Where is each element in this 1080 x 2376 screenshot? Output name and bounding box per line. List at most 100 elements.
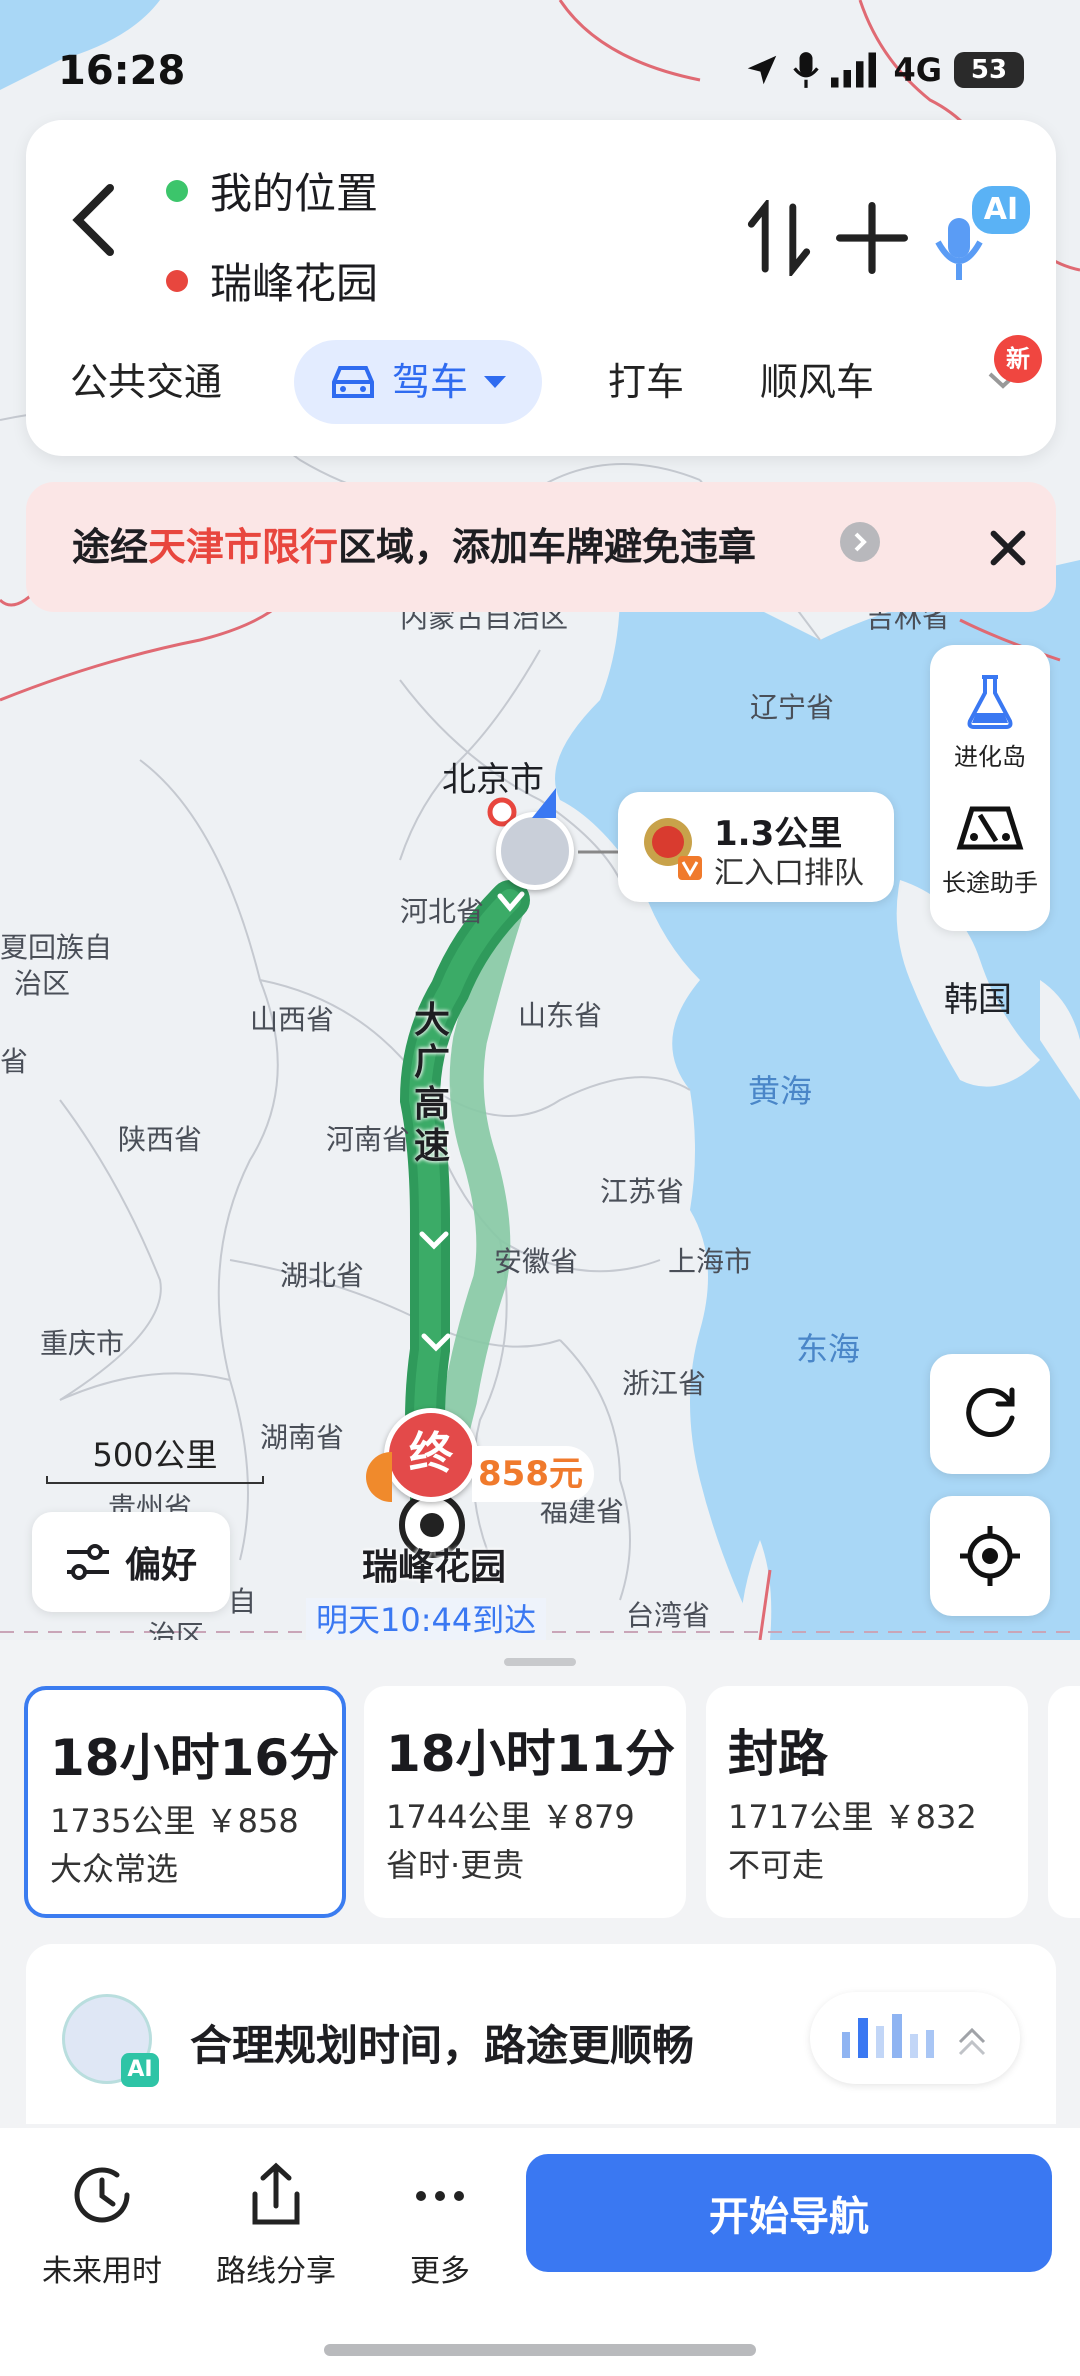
ai-voice-button[interactable]: AI: [926, 180, 1046, 290]
map-label-korea: 韩国: [944, 980, 1012, 1020]
clock-icon: [74, 2167, 130, 2223]
map-label-hunan: 湖南省: [260, 1421, 345, 1454]
origin-row[interactable]: 我的位置: [166, 160, 378, 221]
banner-suffix: 区域，添加车牌避免违章: [338, 525, 757, 569]
map-tool-panel: 进化岛 长途助手: [930, 645, 1050, 931]
ai-suggestion-card[interactable]: AI 合理规划时间，路途更顺畅: [26, 1944, 1056, 2124]
destination-dot: [166, 269, 188, 292]
sheet-handle[interactable]: [504, 1658, 576, 1666]
ai-avatar-badge: AI: [121, 2053, 159, 2087]
map-label-jiangsu: 江苏省: [600, 1175, 685, 1208]
share-icon: [252, 2162, 300, 2225]
map-scale: 500公里: [46, 1430, 264, 1484]
banner-close-icon[interactable]: [984, 524, 1032, 572]
more-label: 更多: [410, 2254, 470, 2289]
tab-driving[interactable]: 驾车: [294, 340, 543, 424]
map-label-henan: 河南省: [326, 1123, 411, 1156]
route-option-tag: 不可走: [728, 1846, 825, 1884]
crosshair-icon: [960, 1526, 1020, 1586]
arrival-time: 明天10:44到达: [306, 1598, 547, 1640]
route-option-detail: 1744公里 ￥879: [386, 1798, 635, 1836]
destination-row[interactable]: 瑞峰花园: [166, 250, 378, 311]
origin-text: 我的位置: [210, 169, 379, 218]
car-icon: [332, 366, 374, 398]
tab-taxi[interactable]: 打车: [608, 340, 684, 424]
map-label-shandong: 山东省: [518, 999, 603, 1032]
route-option-3[interactable]: 封路 1717公里 ￥832 不可走: [706, 1686, 1028, 1918]
traffic-desc: 汇入口排队: [714, 856, 864, 891]
map-label-hebei: 河北省: [400, 895, 485, 928]
destination-label: 瑞峰花园: [362, 1547, 507, 1588]
sliders-icon: [66, 1544, 109, 1580]
traffic-info-bubble[interactable]: 1.3公里 汇入口排队: [618, 792, 894, 902]
toll-cost-tag[interactable]: 858元: [472, 1446, 594, 1502]
future-time-button[interactable]: 未来用时: [32, 2160, 172, 2290]
bottom-action-bar: 未来用时 路线分享 更多 开始导航: [0, 2128, 1080, 2376]
more-button[interactable]: 更多: [370, 2160, 510, 2290]
route-option-tag: 省时·更贵: [386, 1846, 525, 1884]
long-trip-tool-label: 长途助手: [942, 869, 1038, 897]
microphone-icon: [793, 52, 820, 88]
map-label-chongqing: 重庆市: [40, 1327, 125, 1360]
heading-arrow-icon: [532, 788, 556, 818]
more-dots-icon: [416, 2191, 464, 2201]
tab-carpool[interactable]: 顺风车: [760, 340, 874, 424]
map-label-donghai: 东海: [796, 1330, 861, 1368]
origin-dot: [166, 179, 188, 202]
map-label-huanghai: 黄海: [748, 1072, 813, 1110]
map-label-zhejiang: 浙江省: [622, 1367, 707, 1400]
route-option-tag: 大众常选: [50, 1850, 179, 1888]
add-waypoint-button[interactable]: [836, 202, 908, 274]
restriction-banner[interactable]: 途经天津市限行区域，添加车牌避免违章: [26, 482, 1056, 612]
future-time-label: 未来用时: [42, 2254, 162, 2289]
ai-expand-button[interactable]: [810, 1992, 1020, 2084]
network-type: 4G: [893, 51, 942, 89]
scale-bar: [46, 1476, 264, 1484]
battery-indicator: 53: [954, 52, 1024, 88]
ai-assistant-avatar: AI: [62, 1994, 159, 2087]
banner-arrow-icon[interactable]: [840, 522, 880, 562]
ai-badge: AI: [972, 186, 1030, 234]
ai-suggestion-text: 合理规划时间，路途更顺畅: [190, 2021, 695, 2070]
route-option-2[interactable]: 18小时11分 1744公里 ￥879 省时·更贵: [364, 1686, 686, 1918]
preference-label: 偏好: [124, 1545, 197, 1586]
map-label-taiwan: 台湾省: [626, 1599, 711, 1632]
start-navigation-button[interactable]: 开始导航: [526, 2154, 1052, 2272]
lab-tool[interactable]: 进化岛: [930, 671, 1050, 772]
map-label-liaoning: 辽宁省: [750, 691, 835, 724]
long-trip-tool[interactable]: 长途助手: [930, 801, 1050, 898]
home-indicator[interactable]: [324, 2344, 756, 2356]
police-badge-icon: [638, 812, 702, 880]
refresh-route-button[interactable]: [930, 1354, 1050, 1474]
route-option-1[interactable]: 18小时16分 1735公里 ￥858 大众常选: [24, 1686, 346, 1918]
road-name-label: 大广高速: [413, 1000, 450, 1167]
route-option-time: 封路: [728, 1725, 828, 1783]
destination-text: 瑞峰花园: [210, 259, 379, 308]
refresh-icon: [966, 1387, 1015, 1437]
route-option-detail: 1717公里 ￥832: [728, 1798, 977, 1836]
banner-prefix: 途经: [72, 525, 149, 569]
share-route-button[interactable]: 路线分享: [206, 2160, 346, 2290]
route-option-peek[interactable]: [1048, 1686, 1080, 1918]
user-avatar-marker[interactable]: [496, 812, 574, 890]
map-label-shanghai: 上海市: [668, 1245, 753, 1278]
tab-driving-label: 驾车: [392, 360, 469, 404]
end-marker[interactable]: 终: [384, 1408, 478, 1502]
share-route-label: 路线分享: [216, 2254, 336, 2289]
route-option-detail: 1735公里 ￥858: [50, 1802, 299, 1840]
route-option-time: 18小时11分: [386, 1725, 676, 1783]
flask-icon: [967, 675, 1013, 729]
signal-icon: [831, 52, 877, 88]
map-label-shaanxi: 陕西省: [118, 1123, 203, 1156]
back-button[interactable]: [66, 180, 126, 260]
tab-public-transit[interactable]: 公共交通: [70, 340, 222, 424]
banner-highlight: 天津市限行: [148, 525, 339, 569]
scale-label: 500公里: [92, 1436, 218, 1474]
location-arrow-icon: [748, 55, 777, 85]
preference-button[interactable]: 偏好: [32, 1512, 230, 1612]
map-label-ningxia: 夏回族自: [0, 931, 113, 964]
locate-me-button[interactable]: [930, 1496, 1050, 1616]
long-trip-icon: [956, 806, 1024, 850]
status-time: 16:28: [58, 48, 186, 94]
swap-button[interactable]: [744, 200, 814, 276]
